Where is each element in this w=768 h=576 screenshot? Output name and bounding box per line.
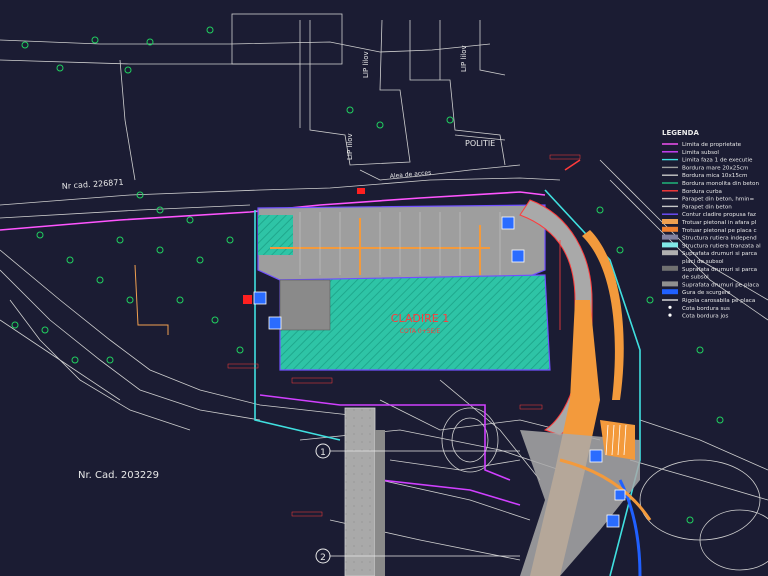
legend-swatch — [662, 242, 678, 248]
legend: LEGENDA Limita de proprietate Limita subs… — [662, 129, 761, 320]
legend-item-label: Suprafata drumuri si parca — [682, 267, 757, 273]
legend-item: Structura rutiera tranzata al — [662, 242, 761, 249]
legend-swatch — [662, 234, 678, 240]
legend-item-label: de subsol — [682, 275, 709, 281]
legend-item: Suprafata drumuri si parca — [662, 265, 757, 273]
legend-item: Bordura curba — [662, 189, 722, 195]
legend-swatch — [668, 313, 672, 317]
legend-item: Structura rutiera independ — [662, 234, 757, 242]
legend-item-label: Trotuar pietonal in afara pl — [681, 220, 757, 226]
legend-swatch — [662, 289, 678, 295]
lip-label-3: LIP lilov — [346, 133, 354, 160]
legend-swatch — [662, 226, 678, 232]
legend-item: Gura de scurgere — [662, 289, 731, 296]
legend-item-label: Suprafata drumuri pe placa — [682, 282, 759, 288]
lip-label-2: LIP lilov — [460, 45, 468, 72]
legend-item: Cota bordura jos — [668, 313, 728, 320]
building-upper-block — [257, 204, 546, 281]
legend-swatch — [662, 281, 678, 287]
legend-item-label: Limita subsol — [682, 150, 719, 156]
legend-item-label: Gura de scurgere — [682, 290, 731, 296]
legend-item: Rigola carosabila pe placa — [662, 298, 755, 304]
legend-item: Suprafata drumuri si parca — [662, 250, 757, 257]
legend-item-label: Bordura monolita din beton — [682, 181, 759, 187]
building-1: CLADIRE 1 COTA 0+SE/E — [257, 204, 551, 371]
legend-item: Cota bordura sus — [668, 305, 730, 312]
legend-item: Limita subsol — [662, 150, 719, 156]
building-elevation: COTA 0+SE/E — [400, 328, 441, 335]
legend-item-label: Bordura mare 20x25cm — [682, 165, 748, 171]
legend-item-label: Limita faza 1 de executie — [682, 158, 753, 164]
legend-item-label: Suprafata drumuri si parca — [682, 251, 757, 257]
lip-label-1: LIP lilov — [362, 51, 370, 78]
site-plan-drawing: CLADIRE 1 COTA 0+SE/E Nr cad. 226871 Nr.… — [0, 13, 768, 576]
svg-text:2: 2 — [320, 553, 326, 563]
cadastral-label-top: Nr cad. 226871 — [62, 178, 124, 191]
legend-swatch — [662, 265, 678, 271]
building-name: CLADIRE 1 — [391, 312, 449, 325]
legend-item-label: Bordura mica 10x15cm — [682, 173, 747, 179]
legend-title: LEGENDA — [662, 129, 699, 137]
legend-item: Parapet din beton, hmin= — [662, 197, 754, 203]
legend-item-label: Parapet din beton, hmin= — [682, 197, 754, 203]
legend-swatch — [668, 305, 672, 309]
legend-item: Limita de proprietate — [662, 142, 742, 148]
basement-limit-line-2 — [379, 479, 521, 506]
legend-item: placi de subsol — [682, 259, 724, 265]
legend-item: Trotuar pietonal pe placa c — [662, 226, 757, 234]
legend-item: Trotuar pietonal in afara pl — [662, 219, 757, 226]
orange-survey-line — [134, 264, 169, 335]
politie-label: POLITIE — [465, 139, 495, 148]
legend-item-label: Limita de proprietate — [682, 142, 742, 148]
legend-item: Bordura monolita din beton — [662, 181, 759, 187]
central-road — [344, 407, 376, 576]
svg-text:1: 1 — [320, 448, 326, 458]
legend-item-label: Bordura curba — [682, 189, 722, 195]
legend-item: Limita faza 1 de executie — [662, 158, 753, 164]
legend-item-label: Structura rutiera independ — [682, 236, 757, 242]
legend-item: Suprafata drumuri pe placa — [662, 281, 759, 288]
legend-item-label: Structura rutiera tranzata al — [682, 243, 761, 249]
legend-item: de subsol — [682, 275, 709, 281]
cad-plan-canvas: CLADIRE 1 COTA 0+SE/E Nr cad. 226871 Nr.… — [0, 0, 768, 576]
legend-item-label: Rigola carosabila pe placa — [682, 298, 755, 304]
legend-item-label: Parapet din beton — [682, 204, 732, 210]
legend-item-label: Contur cladire propusa faz — [682, 212, 756, 218]
legend-swatch — [662, 219, 678, 224]
legend-item-label: Cota bordura jos — [682, 314, 728, 320]
legend-item-label: placi de subsol — [682, 259, 724, 265]
legend-item-label: Cota bordura sus — [682, 306, 730, 312]
access-alley-label: Alea de acces — [390, 169, 432, 180]
cadastral-label-bottom: Nr. Cad. 203229 — [78, 470, 159, 481]
legend-item: Contur cladire propusa faz — [662, 212, 756, 218]
legend-swatch — [662, 250, 678, 256]
legend-item: Bordura mare 20x25cm — [662, 165, 748, 171]
legend-item: Parapet din beton — [662, 204, 732, 210]
legend-item-label: Trotuar pietonal pe placa c — [681, 228, 757, 234]
legend-item: Bordura mica 10x15cm — [662, 173, 747, 179]
